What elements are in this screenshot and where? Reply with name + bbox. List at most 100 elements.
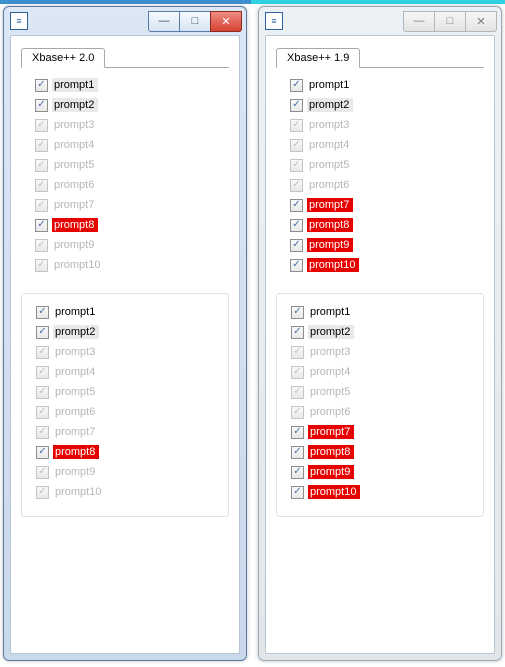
checkbox-prompt9: ✓prompt9 [36,462,228,482]
checkbox-prompt4: ✓ prompt4 [36,362,228,382]
checkbox-prompt6: ✓prompt6 [291,402,483,422]
checkbox-box: ✓ [290,159,303,172]
minimize-button[interactable]: — [148,11,180,32]
checkbox-label: prompt10 [308,485,360,499]
checkbox-prompt10: ✓prompt10 [35,255,229,275]
checkbox-label: prompt4 [308,365,354,379]
titlebar[interactable]: ≡ —□✕ [4,7,246,35]
checkbox-prompt10[interactable]: ✓ prompt10 [291,482,483,502]
checkbox-prompt7: ✓prompt7 [35,195,229,215]
checkbox-box[interactable]: ✓ [291,326,304,339]
checkbox-box[interactable]: ✓ [36,326,49,339]
checkbox-box[interactable]: ✓ [35,79,48,92]
checkbox-label: prompt8 [308,445,354,459]
group-1: ✓prompt1✓prompt2✓prompt3✓prompt4✓prompt5… [276,293,484,517]
window-left[interactable]: ≡—□✕Xbase++ 2.0✓prompt1✓prompt2✓prompt3✓… [3,6,247,661]
checkbox-label: prompt9 [52,238,98,252]
checkbox-box: ✓ [36,466,49,479]
checkbox-prompt8[interactable]: ✓ prompt8 [35,215,229,235]
checkbox-box[interactable]: ✓ [290,79,303,92]
checkbox-label: prompt5 [307,158,353,172]
checkbox-box: ✓ [35,239,48,252]
checkbox-label: prompt3 [307,118,353,132]
tab[interactable]: Xbase++ 1.9 [276,48,360,68]
checkbox-label: prompt9 [307,238,353,252]
desktop: ≡—□✕Xbase++ 2.0✓prompt1✓prompt2✓prompt3✓… [0,0,505,667]
checkbox-box[interactable]: ✓ [290,199,303,212]
checkbox-prompt1[interactable]: ✓ prompt1 [291,302,483,322]
checkbox-box[interactable]: ✓ [35,219,48,232]
window-controls: —□✕ [149,11,242,32]
checkbox-box[interactable]: ✓ [291,426,304,439]
checkbox-box[interactable]: ✓ [291,306,304,319]
tab-body: ✓prompt1✓prompt2✓prompt3✓prompt4✓prompt5… [276,67,484,517]
checkbox-prompt1[interactable]: ✓prompt1 [36,302,228,322]
checkbox-prompt9: ✓ prompt9 [35,235,229,255]
checkbox-box[interactable]: ✓ [35,99,48,112]
checkbox-prompt7[interactable]: ✓ prompt7 [291,422,483,442]
checkbox-prompt9[interactable]: ✓prompt9 [291,462,483,482]
checkbox-prompt1[interactable]: ✓ prompt1 [35,75,229,95]
accent-bar-left [0,0,251,4]
checkbox-label: prompt5 [308,385,354,399]
checkbox-label: prompt6 [52,178,98,192]
checkbox-box[interactable]: ✓ [291,466,304,479]
group-0: ✓prompt1✓prompt2✓prompt3✓prompt4✓prompt5… [21,75,229,275]
checkbox-box: ✓ [291,346,304,359]
checkbox-box[interactable]: ✓ [36,446,49,459]
maximize-button[interactable]: □ [434,11,466,32]
checkbox-label: prompt1 [52,78,98,92]
checkbox-prompt5: ✓prompt5 [291,382,483,402]
checkbox-box[interactable]: ✓ [290,99,303,112]
checkbox-prompt2[interactable]: ✓ prompt2 [291,322,483,342]
checkbox-label: prompt10 [307,258,359,272]
window-right[interactable]: ≡—□✕ Xbase++ 1.9 ✓ prompt1 ✓ prompt2 ✓ prompt3 ✓… [258,6,502,661]
close-button[interactable]: ✕ [465,11,497,32]
close-button[interactable]: ✕ [210,11,242,32]
checkbox-box[interactable]: ✓ [291,446,304,459]
checkbox-prompt8[interactable]: ✓ prompt8 [291,442,483,462]
checkbox-box: ✓ [35,119,48,132]
checkbox-box[interactable]: ✓ [36,306,49,319]
accent-bar-right [251,0,505,4]
titlebar[interactable]: ≡—□✕ [259,7,501,35]
checkbox-label: prompt10 [52,258,104,272]
checkbox-prompt2[interactable]: ✓prompt2 [35,95,229,115]
checkbox-label: prompt2 [308,325,354,339]
checkbox-prompt3: ✓prompt3 [35,115,229,135]
checkbox-prompt9[interactable]: ✓ prompt9 [290,235,484,255]
window-controls: —□✕ [404,11,497,32]
checkbox-prompt8[interactable]: ✓prompt8 [36,442,228,462]
checkbox-box: ✓ [290,119,303,132]
checkbox-label: prompt3 [308,345,354,359]
checkbox-label: prompt4 [307,138,353,152]
minimize-button[interactable]: — [403,11,435,32]
checkbox-label: prompt8 [52,218,98,232]
checkbox-box: ✓ [291,406,304,419]
app-icon: ≡ [10,12,28,30]
checkbox-label: prompt7 [53,425,99,439]
checkbox-label: prompt7 [308,425,354,439]
checkbox-box: ✓ [290,179,303,192]
checkbox-prompt2[interactable]: ✓prompt2 [290,95,484,115]
checkbox-box: ✓ [35,159,48,172]
checkbox-box[interactable]: ✓ [291,486,304,499]
checkbox-prompt7[interactable]: ✓prompt7 [290,195,484,215]
checkbox-prompt1[interactable]: ✓prompt1 [290,75,484,95]
checkbox-box[interactable]: ✓ [290,259,303,272]
checkbox-box: ✓ [36,366,49,379]
maximize-button[interactable]: □ [179,11,211,32]
checkbox-label: prompt1 [308,305,354,319]
tab[interactable]: Xbase++ 2.0 [21,48,105,68]
checkbox-label: prompt8 [307,218,353,232]
checkbox-prompt8[interactable]: ✓ prompt8 [290,215,484,235]
checkbox-prompt10[interactable]: ✓ prompt10 [290,255,484,275]
checkbox-label: prompt2 [53,325,99,339]
checkbox-label: prompt4 [53,365,99,379]
checkbox-box: ✓ [36,406,49,419]
checkbox-box[interactable]: ✓ [290,239,303,252]
checkbox-label: prompt6 [307,178,353,192]
checkbox-prompt2[interactable]: ✓ prompt2 [36,322,228,342]
checkbox-box[interactable]: ✓ [290,219,303,232]
checkbox-box: ✓ [291,366,304,379]
